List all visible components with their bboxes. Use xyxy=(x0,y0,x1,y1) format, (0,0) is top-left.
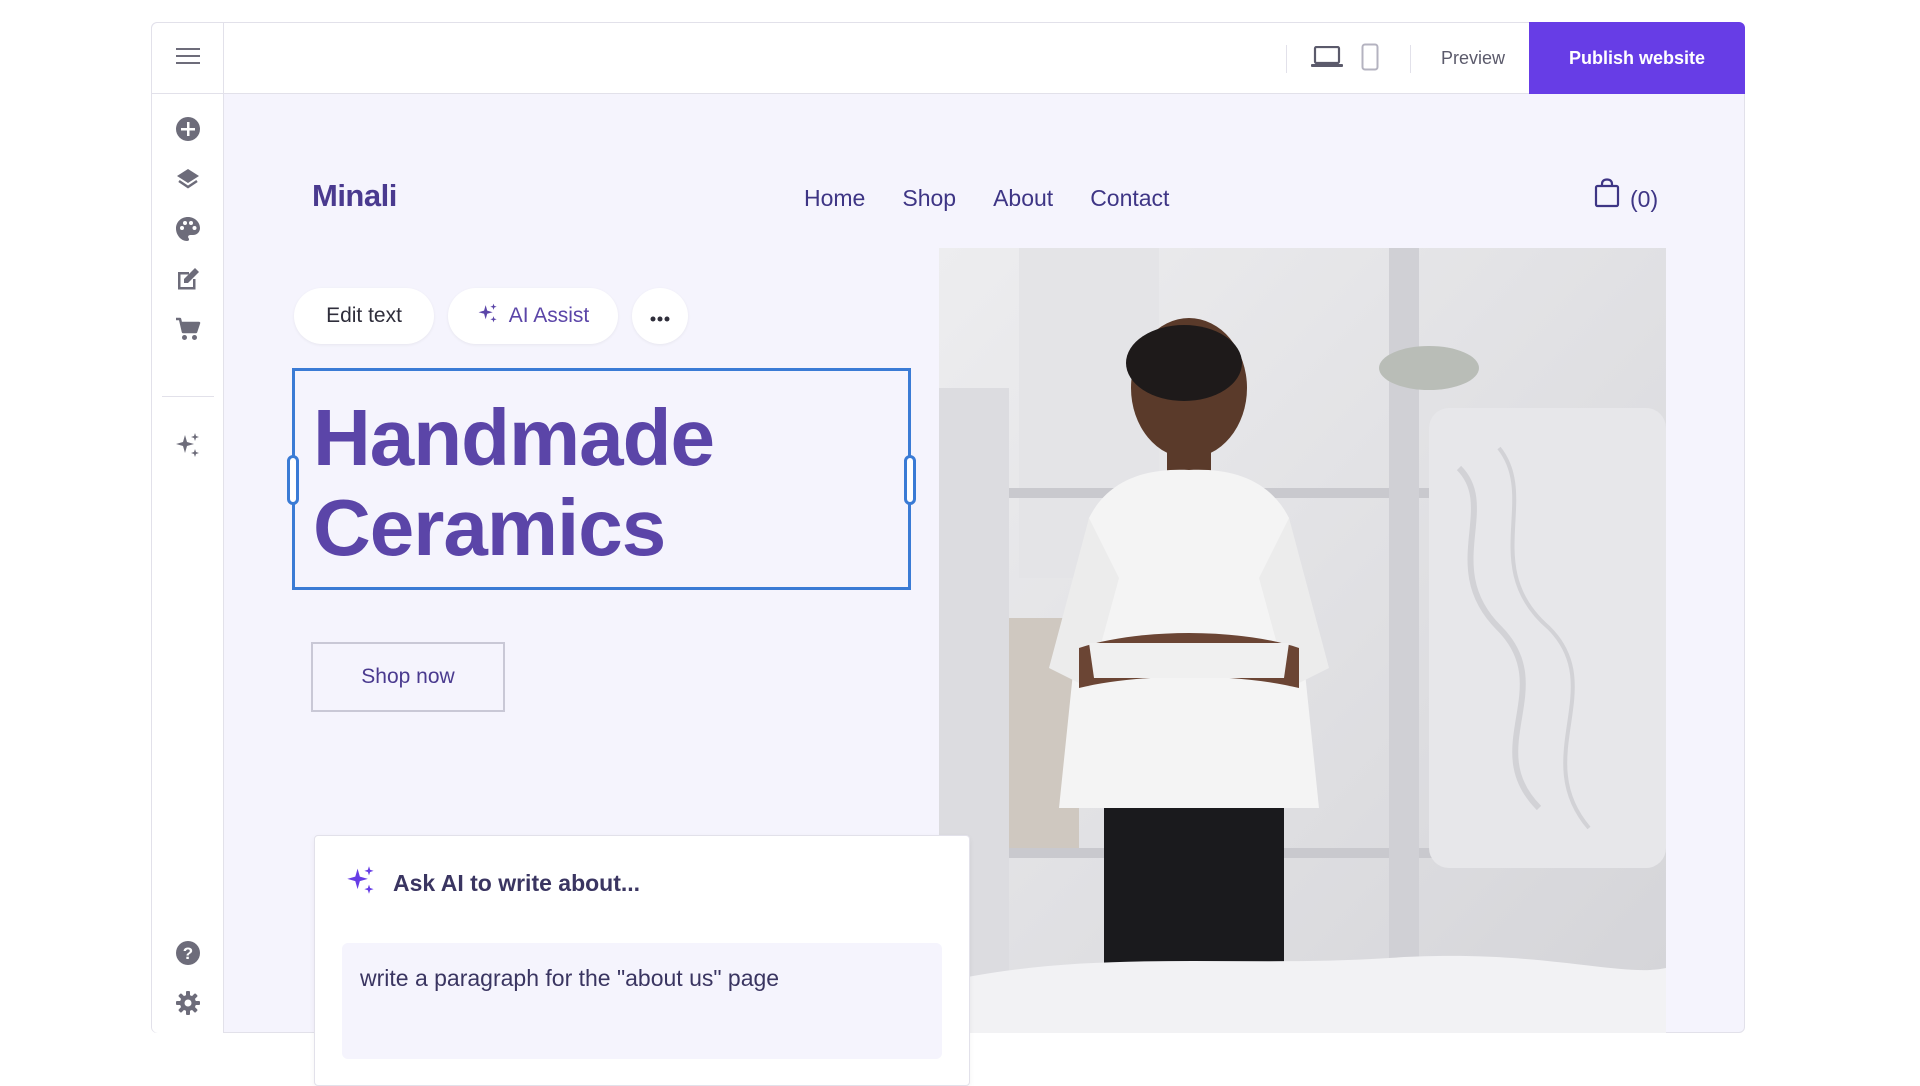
divider xyxy=(1410,45,1411,73)
help-icon: ? xyxy=(175,940,201,971)
publish-website-button[interactable]: Publish website xyxy=(1529,22,1745,94)
ceramics-artist-photo[interactable] xyxy=(939,248,1666,1033)
edit-text-button[interactable]: Edit text xyxy=(294,288,434,344)
resize-handle-right[interactable] xyxy=(904,455,916,505)
nav-link-about[interactable]: About xyxy=(993,178,1053,218)
ai-tools-button[interactable] xyxy=(170,429,206,465)
shop-now-button[interactable]: Shop now xyxy=(311,642,505,712)
store-button[interactable] xyxy=(170,313,206,349)
edit-text-label: Edit text xyxy=(326,304,402,327)
ai-writer-panel: Ask AI to write about... write a paragra… xyxy=(314,835,970,1086)
layers-button[interactable] xyxy=(170,163,206,199)
layers-icon xyxy=(175,166,201,197)
selected-text-element[interactable]: Handmade Ceramics xyxy=(287,368,916,590)
menu-button[interactable] xyxy=(152,23,224,94)
ai-sparkle-icon xyxy=(345,864,377,902)
ai-assist-label: AI Assist xyxy=(508,304,590,327)
page-canvas: Minali Home Shop About Contact (0) Edit … xyxy=(224,94,1745,1086)
ai-prompt-input[interactable]: write a paragraph for the "about us" pag… xyxy=(342,943,942,1059)
top-bar: Preview Publish website xyxy=(152,22,1745,94)
photo-illustration xyxy=(939,248,1666,1033)
left-toolbar: ? xyxy=(152,94,224,1033)
add-element-button[interactable] xyxy=(170,113,206,149)
more-options-button[interactable] xyxy=(632,288,688,344)
ai-assist-button[interactable]: AI Assist xyxy=(448,288,618,344)
ai-sparkle-icon xyxy=(174,431,202,464)
help-button[interactable]: ? xyxy=(170,937,206,973)
more-horizontal-icon xyxy=(650,304,670,328)
preview-button[interactable]: Preview xyxy=(1414,23,1532,94)
cart-count: (0) xyxy=(1630,186,1659,212)
toolbar-divider xyxy=(162,396,214,397)
add-icon xyxy=(175,116,201,147)
nav-link-home[interactable]: Home xyxy=(804,178,865,218)
resize-handle-left[interactable] xyxy=(287,455,299,505)
mobile-view-icon xyxy=(1361,43,1379,76)
palette-icon xyxy=(175,216,201,247)
hamburger-menu-icon xyxy=(175,47,200,70)
hero-headline[interactable]: Handmade Ceramics xyxy=(313,393,715,573)
divider xyxy=(1286,45,1287,73)
edit-page-button[interactable] xyxy=(170,263,206,299)
settings-button[interactable] xyxy=(170,987,206,1023)
desktop-view-icon xyxy=(1311,45,1343,73)
cart-icon xyxy=(175,316,201,347)
mobile-view-button[interactable] xyxy=(1352,43,1388,75)
ai-panel-title: Ask AI to write about... xyxy=(393,869,641,896)
cart-button[interactable]: (0) xyxy=(1594,178,1658,220)
site-logo[interactable]: Minali xyxy=(312,178,397,214)
nav-link-contact[interactable]: Contact xyxy=(1090,178,1169,218)
website-builder-window: Preview Publish website ? Minali Home Sh… xyxy=(151,22,1745,1086)
svg-text:?: ? xyxy=(183,944,193,963)
settings-icon xyxy=(175,990,201,1021)
styles-button[interactable] xyxy=(170,213,206,249)
site-nav: Home Shop About Contact xyxy=(804,178,1169,218)
edit-page-icon xyxy=(175,266,201,297)
ai-panel-header: Ask AI to write about... xyxy=(345,864,640,902)
shopping-bag-icon xyxy=(1594,178,1620,220)
ai-sparkle-icon xyxy=(477,302,499,330)
nav-link-shop[interactable]: Shop xyxy=(902,178,956,218)
desktop-view-button[interactable] xyxy=(1309,43,1345,75)
